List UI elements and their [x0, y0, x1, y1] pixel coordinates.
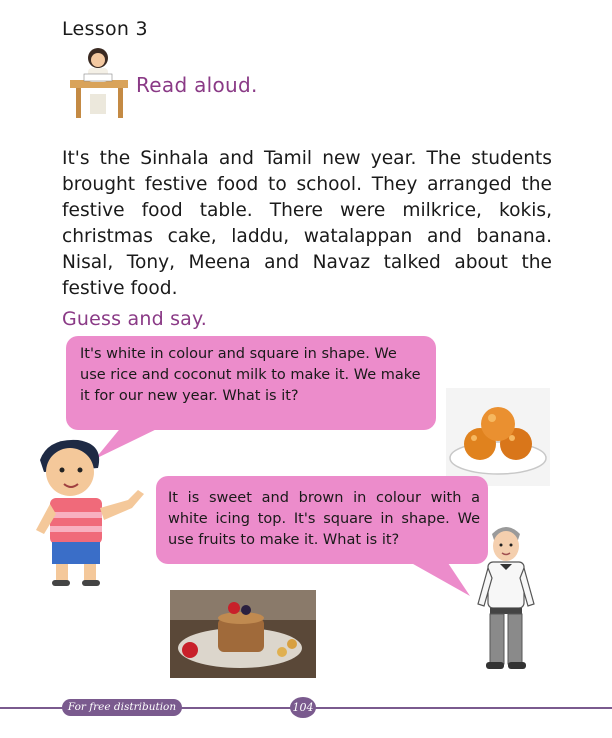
- reading-girl-illustration: [70, 48, 128, 118]
- speech-bubble-1: It's white in colour and square in shape…: [66, 336, 436, 430]
- page-number: 104: [290, 697, 316, 718]
- story-paragraph: It's the Sinhala and Tamil new year. The…: [62, 148, 552, 299]
- guess-and-say-heading: Guess and say.: [62, 308, 207, 330]
- speech-bubble-2-tail: [406, 560, 470, 596]
- lesson-title: Lesson 3: [62, 18, 148, 40]
- footer-distribution-label: For free distribution: [62, 699, 182, 716]
- man-illustration: [477, 527, 535, 669]
- laddu-photo: [446, 388, 550, 486]
- speech-bubble-2: It is sweet and brown in colour with a w…: [156, 476, 488, 564]
- watalappan-dessert-photo: [170, 590, 316, 678]
- read-aloud-heading: Read aloud.: [136, 73, 258, 97]
- boy-illustration: [36, 439, 144, 586]
